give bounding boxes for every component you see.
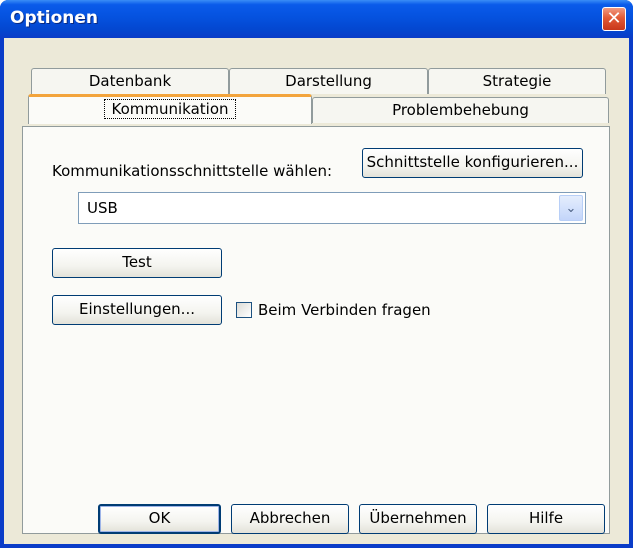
title-bar[interactable]: Optionen ✕	[0, 0, 633, 38]
interface-label: Kommunikationsschnittstelle wählen:	[52, 162, 333, 180]
tab-strategie[interactable]: Strategie	[428, 68, 606, 94]
test-button[interactable]: Test	[52, 248, 222, 278]
ask-on-connect-label[interactable]: Beim Verbinden fragen	[258, 301, 431, 319]
tab-panel-kommunikation	[22, 126, 610, 534]
tab-label: Datenbank	[88, 72, 172, 90]
dialog-window: Optionen ✕ Datenbank Darstellung Strateg…	[0, 0, 633, 548]
interface-select-value: USB	[87, 199, 118, 217]
tab-label: Kommunikation	[104, 99, 236, 119]
tab-label: Strategie	[482, 72, 552, 90]
interface-select[interactable]: USB ⌄	[78, 192, 586, 224]
tab-label: Problembehebung	[392, 101, 529, 119]
tab-darstellung[interactable]: Darstellung	[229, 68, 428, 94]
configure-interface-button[interactable]: Schnittstelle konfigurieren...	[362, 148, 583, 178]
settings-button[interactable]: Einstellungen...	[52, 295, 222, 325]
tab-problembehebung[interactable]: Problembehebung	[312, 97, 609, 123]
tab-datenbank[interactable]: Datenbank	[31, 68, 229, 94]
ask-on-connect-checkbox[interactable]	[236, 302, 252, 318]
chevron-down-icon[interactable]: ⌄	[559, 195, 583, 221]
cancel-button[interactable]: Abbrechen	[231, 504, 349, 534]
apply-button[interactable]: Übernehmen	[359, 504, 477, 534]
ok-button[interactable]: OK	[98, 504, 221, 534]
help-button[interactable]: Hilfe	[487, 504, 605, 534]
tab-label: Darstellung	[285, 72, 372, 90]
window-title: Optionen	[10, 8, 98, 28]
tab-kommunikation[interactable]: Kommunikation	[28, 94, 312, 124]
close-icon[interactable]: ✕	[602, 7, 626, 31]
